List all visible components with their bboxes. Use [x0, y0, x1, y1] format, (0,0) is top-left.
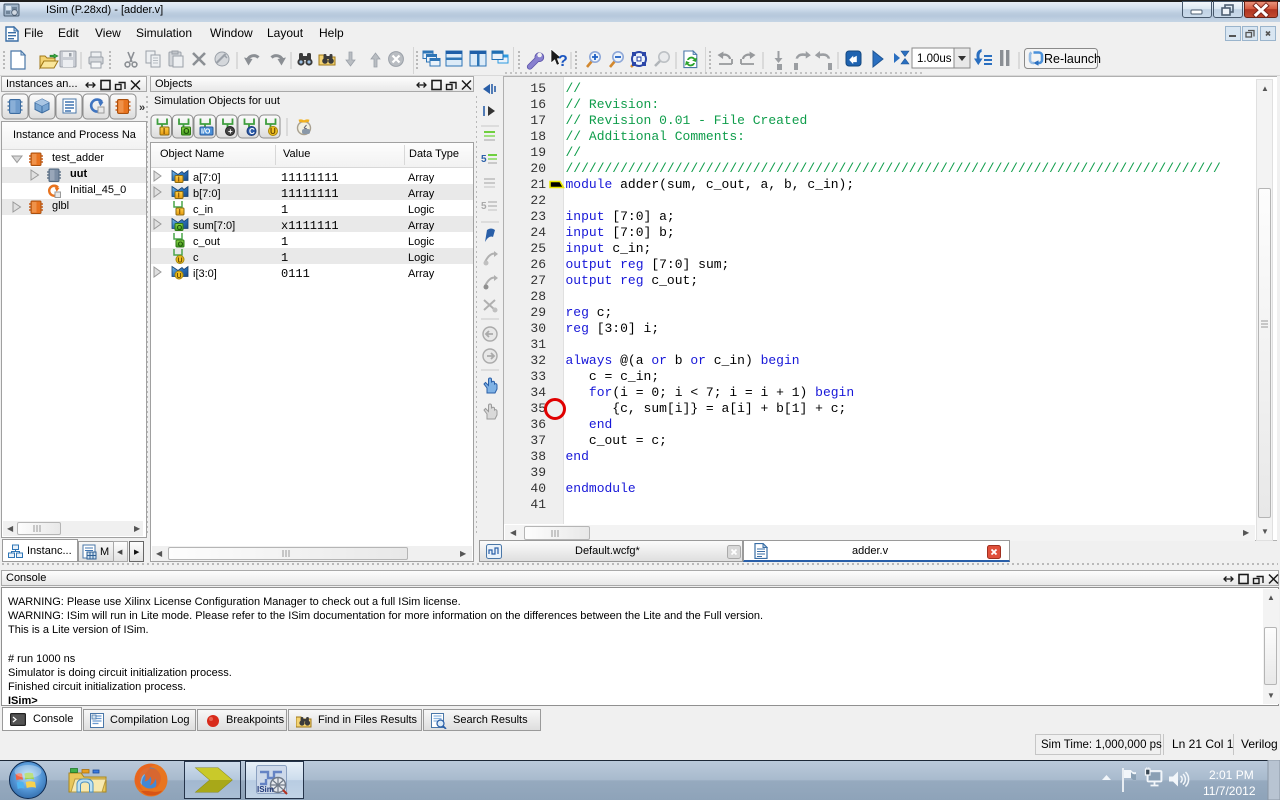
svg-text:Re-launch: Re-launch [1044, 52, 1101, 66]
svg-text:I/O: I/O [201, 129, 211, 136]
svg-text:5: 5 [481, 154, 487, 165]
svg-text:U: U [270, 127, 276, 136]
svg-text:+: + [228, 127, 233, 136]
svg-text:2:01 PM: 2:01 PM [1209, 768, 1254, 782]
svg-text:11/7/2012: 11/7/2012 [1203, 784, 1256, 798]
svg-text:C: C [249, 127, 255, 136]
svg-text:I: I [163, 127, 165, 136]
svg-text:ISim: ISim [257, 785, 274, 794]
svg-text:»: » [139, 102, 145, 114]
svg-text:O: O [183, 127, 189, 136]
svg-text:5: 5 [481, 201, 487, 212]
svg-text:1.00us: 1.00us [917, 53, 952, 65]
svg-text:?: ? [558, 53, 568, 70]
